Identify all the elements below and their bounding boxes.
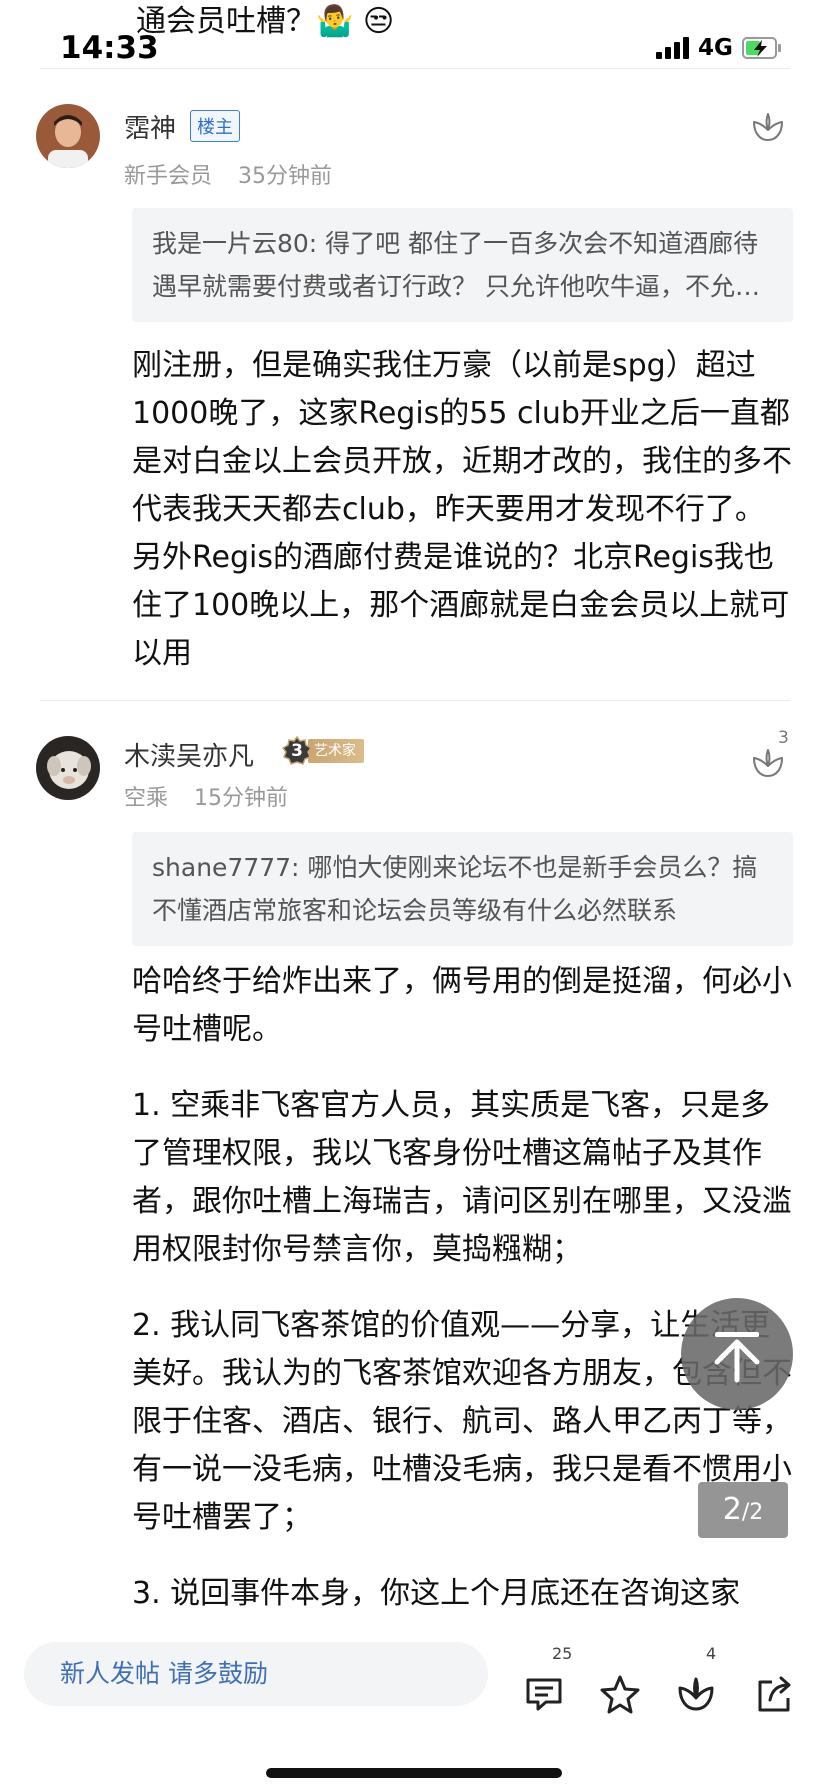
back-to-top-icon [714, 1332, 760, 1383]
badge-level-number: 3 [291, 741, 303, 761]
comment-paragraph: 哈哈终于给炸出来了，俩号用的倒是挺溜，何必小号吐槽呢。 [132, 964, 792, 1047]
home-indicator[interactable] [266, 1768, 562, 1778]
level-badge: 3 艺术家 [281, 735, 364, 766]
owner-badge: 楼主 [190, 110, 240, 142]
network-type: 4G [698, 35, 733, 61]
member-level: 新手会员 [124, 164, 213, 189]
page-indicator[interactable]: 2/2 [698, 1482, 788, 1538]
star-icon[interactable] [600, 1674, 640, 1714]
back-to-top-button[interactable] [681, 1298, 793, 1410]
quoted-text: shane7777: 哪怕大使刚来论坛不也是新手会员么？搞不懂酒店常旅客和论坛会… [152, 853, 758, 925]
comment-paragraph: 3. 说回事件本身，你这上个月底还在咨询这家 [132, 1576, 741, 1611]
lotus-like-icon[interactable] [751, 746, 785, 780]
avatar[interactable] [36, 104, 100, 168]
share-icon[interactable] [754, 1674, 794, 1714]
battery-charging-icon [742, 37, 781, 59]
comment-count: 25 [552, 1644, 573, 1663]
comment-paragraph: 1. 空乘非飞客官方人员，其实质是飞客，只是多了管理权限，我以飞客身份吐槽这篇帖… [132, 1088, 792, 1267]
status-bar: 通会员吐槽？🤷‍♂️ 😒 14:33 4G [0, 0, 828, 70]
bottom-like-count: 4 [706, 1644, 717, 1663]
author-meta: 空乘 15分钟前 [124, 780, 288, 812]
avatar[interactable] [36, 736, 100, 800]
author-name[interactable]: 木渎吴亦凡 [124, 736, 254, 773]
author-meta: 新手会员 35分钟前 [124, 158, 332, 190]
quoted-reply[interactable]: 我是一片云80: 得了吧 都住了一百多次会不知道酒廊待遇早就需要付费或者订行政？… [132, 208, 793, 322]
author-name[interactable]: 霑神 [124, 108, 176, 145]
header-divider [40, 68, 790, 69]
comment-divider [40, 700, 790, 701]
signal-icon [656, 37, 689, 59]
comment-body: 刚注册，但是确实我住万豪（以前是spg）超过1000晚了，这家Regis的55 … [132, 342, 792, 678]
current-page: 2 [722, 1492, 742, 1527]
post-time: 15分钟前 [194, 786, 289, 811]
lotus-like-icon[interactable] [751, 110, 785, 144]
quoted-reply[interactable]: shane7777: 哪怕大使刚来论坛不也是新手会员么？搞不懂酒店常旅客和论坛会… [132, 832, 793, 946]
comment-body: 哈哈终于给炸出来了，俩号用的倒是挺溜，何必小号吐槽呢。 1. 空乘非飞客官方人员… [132, 958, 792, 1618]
quoted-text: 我是一片云80: 得了吧 都住了一百多次会不知道酒廊待遇早就需要付费或者订行政？… [152, 229, 760, 301]
reply-input[interactable]: 新人发帖 请多鼓励 [24, 1642, 488, 1706]
lotus-like-icon[interactable] [676, 1674, 716, 1714]
badge-level-icon: 3 [281, 735, 313, 766]
like-count: 3 [778, 728, 789, 748]
total-pages: /2 [741, 1500, 764, 1525]
member-level: 空乘 [124, 786, 169, 811]
comment-icon[interactable] [524, 1674, 564, 1714]
post-time: 35分钟前 [238, 164, 333, 189]
comment-paragraph: 刚注册，但是确实我住万豪（以前是spg）超过1000晚了，这家Regis的55 … [132, 348, 792, 671]
badge-label: 艺术家 [308, 739, 364, 763]
clock: 14:33 [60, 30, 159, 66]
post-title-peek: 通会员吐槽？🤷‍♂️ 😒 [136, 4, 395, 39]
